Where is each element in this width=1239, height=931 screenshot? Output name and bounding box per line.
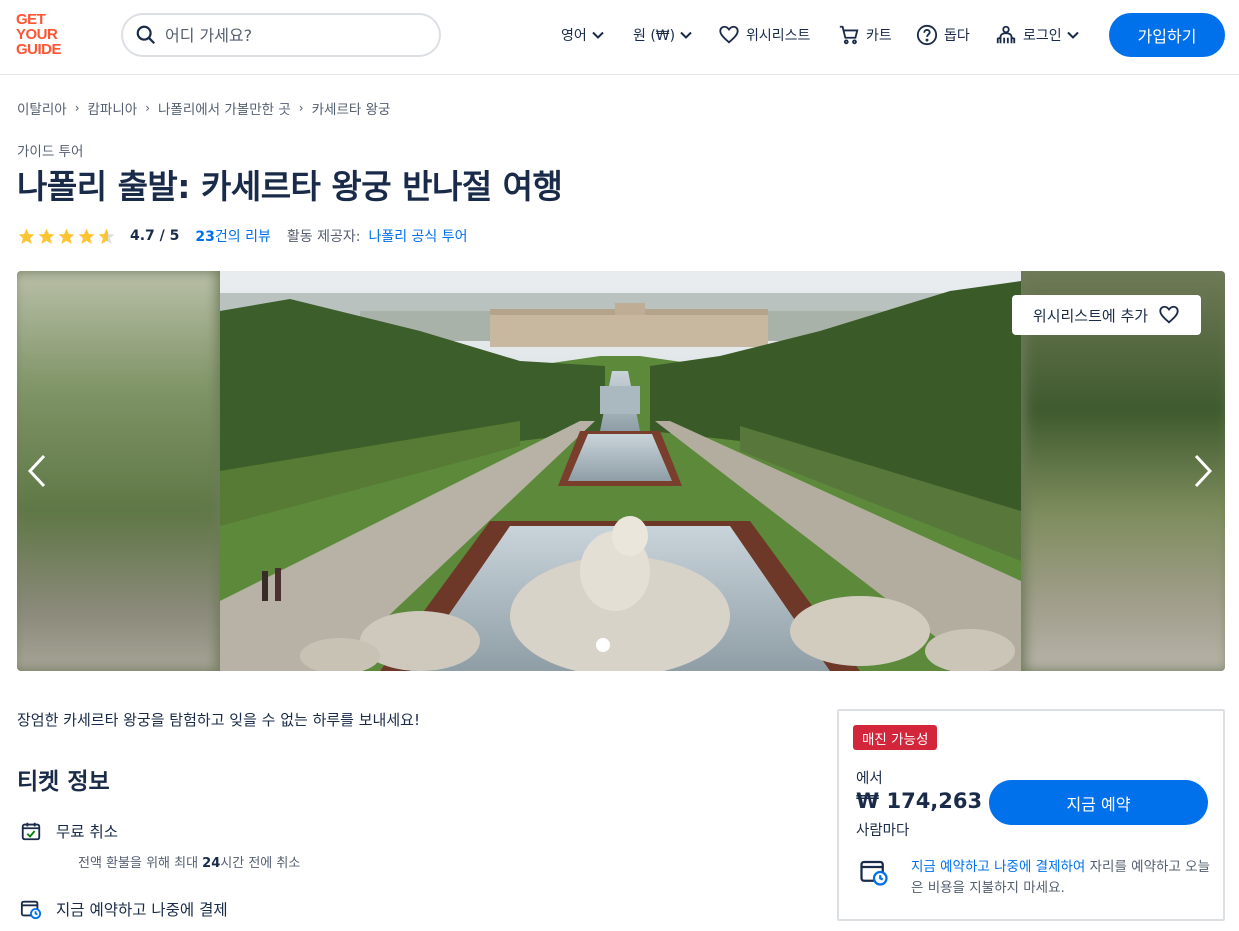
- reviews-link[interactable]: 23건의 리뷰: [195, 226, 270, 246]
- breadcrumb-separator-icon: ›: [145, 101, 150, 115]
- activity-category: 가이드 투어: [17, 144, 84, 160]
- provider-link[interactable]: 나폴리 공식 투어: [368, 226, 467, 246]
- review-count: 23: [195, 229, 215, 245]
- star-icon: [38, 228, 55, 244]
- price-per-person-label: 사람마다: [856, 823, 910, 839]
- photo-gallery: 위시리스트에 추가: [17, 271, 1225, 671]
- chevron-left-icon: [27, 454, 46, 488]
- feature-title: 지금 예약하고 나중에 결제: [56, 901, 228, 919]
- breadcrumb-separator-icon: ›: [298, 101, 304, 115]
- help-link[interactable]: 돕다: [916, 22, 970, 48]
- logo-line-3: GUIDE: [16, 41, 62, 58]
- user-group-icon: [996, 25, 1016, 44]
- feature-subtitle: 전액 환불을 위해 최대 24시간 전에 취소: [78, 852, 300, 871]
- login-menu[interactable]: 로그인: [995, 22, 1080, 48]
- calendar-clock-icon: [860, 860, 888, 886]
- currency-label: 원 (₩): [633, 28, 676, 44]
- add-to-wishlist-label: 위시리스트에 추가: [1032, 306, 1149, 325]
- heart-icon: [719, 25, 739, 44]
- reserve-now-pay-later-link[interactable]: 지금 예약하고 나중에 결제하여: [911, 859, 1085, 875]
- rating-row: 4.7 / 5 23건의 리뷰 활동 제공자: 나폴리 공식 투어: [17, 225, 468, 247]
- logo-line-2: YOUR: [16, 26, 58, 43]
- help-label: 돕다: [944, 28, 970, 44]
- cart-icon: [839, 25, 859, 45]
- search-input[interactable]: [165, 25, 415, 45]
- currency-selector[interactable]: 원 (₩): [633, 22, 693, 48]
- star-rating: [17, 227, 116, 246]
- breadcrumb-item[interactable]: 이탈리아: [17, 98, 67, 118]
- breadcrumb-item[interactable]: 카세르타 왕궁: [312, 98, 391, 118]
- chevron-down-icon: [680, 31, 692, 39]
- calendar-clock-icon: [20, 900, 42, 920]
- reserve-now-pay-later-info: 지금 예약하고 나중에 결제하여 자리를 예약하고 오늘은 비용을 지불하지 마…: [859, 857, 1211, 899]
- price-from-label: 에서: [856, 771, 883, 787]
- gallery-next-button[interactable]: [1183, 451, 1223, 491]
- provider-label: 활동 제공자:: [286, 229, 361, 245]
- chevron-down-icon: [592, 31, 604, 39]
- wishlist-link[interactable]: 위시리스트: [718, 22, 810, 48]
- ticket-info-heading: 티켓 정보: [17, 769, 110, 795]
- signup-button[interactable]: 가입하기: [1109, 13, 1225, 57]
- wishlist-label: 위시리스트: [746, 28, 811, 44]
- chevron-down-icon: [1066, 31, 1079, 39]
- breadcrumb: 이탈리아 › 캄파니아 › 나폴리에서 가볼만한 곳 › 카세르타 왕궁: [17, 98, 390, 118]
- book-now-button[interactable]: 지금 예약: [989, 780, 1208, 825]
- language-label: 영어: [561, 28, 587, 44]
- breadcrumb-item[interactable]: 캄파니아: [88, 98, 138, 118]
- reserve-now-pay-later-feature: 지금 예약하고 나중에 결제: [20, 898, 228, 920]
- feature-subtitle-suffix: 시간 전에 취소: [220, 856, 301, 871]
- star-icon: [58, 228, 75, 244]
- language-selector[interactable]: 영어: [561, 22, 605, 48]
- star-icon: [78, 228, 95, 244]
- reserve-now-pay-later-text: 지금 예약하고 나중에 결제하여 자리를 예약하고 오늘은 비용을 지불하지 마…: [911, 857, 1211, 899]
- activity-intro: 장엄한 카세르타 왕궁을 탐험하고 잊을 수 없는 하루를 보내세요!: [17, 711, 420, 729]
- search-icon: [136, 25, 156, 45]
- search-bar[interactable]: [121, 13, 441, 57]
- breadcrumb-item[interactable]: 나폴리에서 가볼만한 곳: [158, 98, 291, 118]
- cart-link[interactable]: 카트: [838, 22, 892, 48]
- cart-label: 카트: [866, 28, 892, 44]
- free-cancellation-feature: 무료 취소 전액 환불을 위해 최대 24시간 전에 취소: [20, 820, 300, 871]
- rating-value: 4.7 / 5: [130, 228, 180, 244]
- chevron-right-icon: [1194, 454, 1213, 488]
- question-circle-icon: [916, 24, 938, 46]
- breadcrumb-separator-icon: ›: [74, 101, 80, 115]
- half-star-icon: [98, 228, 115, 244]
- getyourguide-logo[interactable]: GET YOUR GUIDE: [16, 12, 74, 60]
- page-title: 나폴리 출발: 카세르타 왕궁 반나절 여행: [17, 167, 563, 206]
- booking-card: 매진 가능성 에서 ₩ 174,263 사람마다 지금 예약 지금 예약하고 나…: [837, 709, 1225, 921]
- star-icon: [18, 228, 35, 244]
- feature-subtitle-prefix: 전액 환불을 위해 최대: [78, 856, 203, 871]
- review-suffix: 건의 리뷰: [214, 229, 271, 245]
- calendar-check-icon: [21, 822, 41, 841]
- price-value: ₩ 174,263: [856, 789, 983, 813]
- site-header: GET YOUR GUIDE 영어 원 (₩) 위시리스트 카트 돕다 로그인 …: [0, 0, 1239, 75]
- gallery-main-photo[interactable]: [220, 271, 1021, 671]
- feature-title: 무료 취소: [56, 823, 118, 841]
- heart-icon: [1159, 305, 1179, 324]
- palace-garden-image: [220, 271, 1021, 671]
- gallery-prev-button[interactable]: [17, 451, 57, 491]
- add-to-wishlist-button[interactable]: 위시리스트에 추가: [1012, 295, 1201, 335]
- feature-subtitle-hours: 24: [202, 856, 221, 871]
- likely-to-sell-out-badge: 매진 가능성: [853, 725, 938, 750]
- login-label: 로그인: [1023, 28, 1062, 44]
- gallery-pagination-dot[interactable]: [596, 638, 610, 652]
- logo-line-1: GET: [16, 11, 46, 28]
